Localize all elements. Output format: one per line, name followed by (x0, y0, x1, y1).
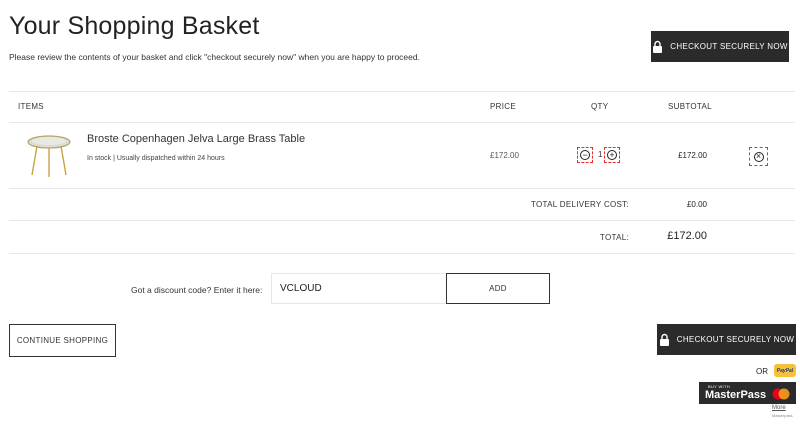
column-header-subtotal: SUBTOTAL (668, 102, 712, 111)
lock-icon (659, 333, 669, 346)
column-header-price: PRICE (490, 102, 516, 111)
decrease-quantity-button[interactable]: − (577, 147, 593, 163)
divider (9, 122, 795, 123)
checkout-securely-top-button[interactable]: CHECKOUT SECURELY NOW (651, 31, 789, 62)
delivery-cost-value: £0.00 (686, 200, 707, 209)
divider (9, 220, 795, 221)
item-subtotal: £172.00 (678, 151, 707, 160)
discount-label: Got a discount code? Enter it here: (131, 285, 263, 295)
column-header-qty: QTY (591, 102, 609, 111)
total-label: TOTAL: (599, 233, 629, 242)
masterpass-label: MasterPass (705, 389, 767, 401)
stock-status: In stock | Usually dispatched within 24 … (87, 155, 225, 162)
intro-text: Please review the contents of your baske… (9, 52, 420, 62)
remove-circle-icon: × (753, 151, 764, 162)
or-label: OR (756, 367, 768, 376)
masterpass-more-link[interactable]: More (772, 405, 786, 411)
item-price: £172.00 (490, 151, 519, 160)
paypal-button[interactable]: PayPal (774, 364, 796, 377)
divider (9, 188, 795, 189)
lock-icon (653, 40, 663, 53)
increase-quantity-button[interactable]: + (604, 147, 620, 163)
mastercard-logo-icon (772, 388, 790, 400)
masterpass-more-sub: Masterpass (772, 413, 793, 418)
add-discount-button[interactable]: ADD (446, 273, 550, 304)
paypal-logo: PayPal (776, 367, 794, 374)
checkout-label: CHECKOUT SECURELY NOW (670, 42, 788, 51)
discount-code-input[interactable] (271, 273, 447, 304)
product-name[interactable]: Broste Copenhagen Jelva Large Brass Tabl… (87, 133, 305, 145)
quantity-value[interactable]: 1 (598, 150, 602, 159)
delivery-cost-label: TOTAL DELIVERY COST: (530, 200, 629, 209)
masterpass-button[interactable]: BUY WITH MasterPass (699, 382, 796, 404)
continue-shopping-button[interactable]: CONTINUE SHOPPING (9, 324, 116, 357)
product-thumbnail[interactable] (25, 133, 73, 179)
minus-circle-icon: − (580, 150, 590, 160)
divider (9, 91, 795, 92)
divider (9, 253, 795, 254)
checkout-securely-bottom-button[interactable]: CHECKOUT SECURELY NOW (657, 324, 796, 355)
checkout-label: CHECKOUT SECURELY NOW (676, 335, 795, 344)
page-title: Your Shopping Basket (9, 12, 260, 40)
column-header-items: ITEMS (18, 102, 44, 111)
total-value: £172.00 (667, 230, 707, 242)
remove-item-button[interactable]: × (749, 147, 768, 166)
continue-label: CONTINUE SHOPPING (16, 336, 109, 345)
add-label: ADD (489, 284, 507, 293)
plus-circle-icon: + (607, 150, 617, 160)
